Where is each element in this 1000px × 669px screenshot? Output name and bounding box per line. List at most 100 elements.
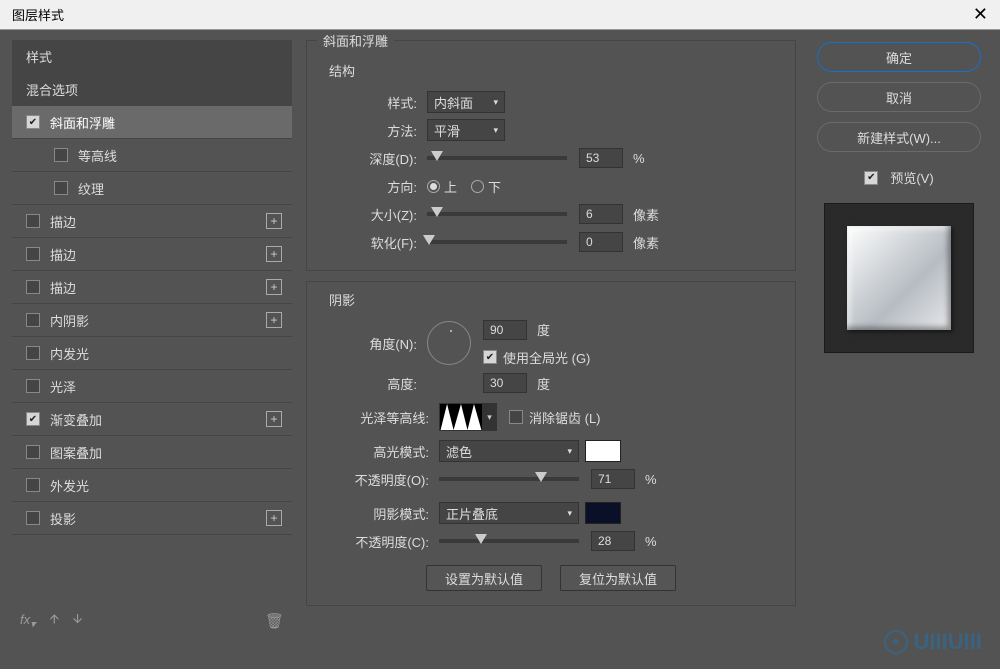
sidebar-item-stroke-1[interactable]: 描边 +: [12, 205, 292, 238]
slider-thumb-icon[interactable]: [475, 534, 487, 544]
sidebar-item-bevel-emboss[interactable]: 斜面和浮雕: [12, 106, 292, 139]
slider-thumb-icon[interactable]: [535, 472, 547, 482]
technique-select[interactable]: 平滑▾: [427, 119, 505, 141]
plus-icon[interactable]: +: [266, 213, 282, 229]
direction-up-radio[interactable]: [427, 180, 440, 193]
sidebar-item-label: 描边: [50, 278, 76, 297]
unit-label: 像素: [633, 205, 659, 224]
sidebar-header-label: 样式: [26, 47, 52, 66]
gloss-contour-label: 光泽等高线:: [321, 408, 439, 427]
size-input[interactable]: 6: [579, 204, 623, 224]
checkbox-icon[interactable]: [26, 247, 40, 261]
soften-input[interactable]: 0: [579, 232, 623, 252]
direction-down-radio[interactable]: [471, 180, 484, 193]
chevron-down-icon: ▾: [567, 508, 572, 519]
highlight-opacity-slider[interactable]: [439, 477, 579, 481]
checkbox-icon[interactable]: [26, 445, 40, 459]
highlight-color-swatch[interactable]: [585, 440, 621, 462]
slider-thumb-icon[interactable]: [431, 207, 443, 217]
sidebar-item-stroke-3[interactable]: 描边 +: [12, 271, 292, 304]
preview-checkbox[interactable]: [864, 171, 878, 185]
make-default-button[interactable]: 设置为默认值: [426, 565, 542, 591]
checkbox-icon[interactable]: [26, 346, 40, 360]
radio-label: 上: [444, 177, 457, 196]
checkbox-icon[interactable]: [26, 379, 40, 393]
checkbox-icon[interactable]: [54, 181, 68, 195]
highlight-opacity-label: 不透明度(O):: [321, 470, 439, 489]
sidebar-item-label: 等高线: [78, 146, 117, 165]
checkbox-icon[interactable]: [26, 313, 40, 327]
plus-icon[interactable]: +: [266, 246, 282, 262]
sidebar-item-inner-glow[interactable]: 内发光: [12, 337, 292, 370]
plus-icon[interactable]: +: [266, 279, 282, 295]
gloss-contour-picker[interactable]: [439, 403, 483, 431]
shadow-opacity-slider[interactable]: [439, 539, 579, 543]
cancel-button[interactable]: 取消: [817, 82, 981, 112]
sidebar-item-texture[interactable]: 纹理: [12, 172, 292, 205]
sidebar-item-inner-shadow[interactable]: 内阴影+: [12, 304, 292, 337]
sidebar-header-styles[interactable]: 样式: [12, 40, 292, 73]
trash-icon[interactable]: 🗑: [265, 612, 284, 630]
shadow-mode-select[interactable]: 正片叠底▾: [439, 502, 579, 524]
plus-icon[interactable]: +: [266, 312, 282, 328]
sidebar-item-satin[interactable]: 光泽: [12, 370, 292, 403]
soften-label: 软化(F):: [321, 233, 427, 252]
depth-slider[interactable]: [427, 156, 567, 160]
highlight-mode-select[interactable]: 滤色▾: [439, 440, 579, 462]
sidebar-item-drop-shadow[interactable]: 投影 +: [12, 502, 292, 535]
checkbox-icon[interactable]: [26, 412, 40, 426]
styles-sidebar: 样式 混合选项 斜面和浮雕 等高线 纹理 描边 + 描边 + 描边 + 内阴影+ 内发…: [12, 40, 292, 635]
dialog-title: 图层样式: [12, 5, 973, 24]
highlight-mode-label: 高光模式:: [321, 442, 439, 461]
altitude-input[interactable]: 30: [483, 373, 527, 393]
chevron-down-icon: ▾: [567, 446, 572, 457]
preview-thumbnail: [824, 203, 974, 353]
reset-default-button[interactable]: 复位为默认值: [560, 565, 676, 591]
bevel-emboss-settings: 斜面和浮雕 结构 样式: 内斜面▾ 方法: 平滑▾ 深度(D): 53 %: [306, 40, 796, 635]
checkbox-icon[interactable]: [54, 148, 68, 162]
depth-label: 深度(D):: [321, 149, 427, 168]
checkbox-icon[interactable]: [26, 115, 40, 129]
style-select[interactable]: 内斜面▾: [427, 91, 505, 113]
ok-button[interactable]: 确定: [817, 42, 981, 72]
slider-thumb-icon[interactable]: [431, 151, 443, 161]
sidebar-item-pattern-overlay[interactable]: 图案叠加: [12, 436, 292, 469]
sidebar-item-label: 光泽: [50, 377, 76, 396]
checkbox-label: 消除锯齿 (L): [529, 408, 601, 427]
global-light-checkbox[interactable]: [483, 350, 497, 364]
shadow-mode-label: 阴影模式:: [321, 504, 439, 523]
slider-thumb-icon[interactable]: [423, 235, 435, 245]
sidebar-item-stroke-2[interactable]: 描边 +: [12, 238, 292, 271]
soften-slider[interactable]: [427, 240, 567, 244]
depth-input[interactable]: 53: [579, 148, 623, 168]
move-up-icon[interactable]: 🡩: [50, 610, 59, 632]
checkbox-icon[interactable]: [26, 478, 40, 492]
close-icon[interactable]: ✕: [973, 4, 988, 25]
sidebar-item-label: 投影: [50, 509, 76, 528]
move-down-icon[interactable]: 🡫: [73, 610, 82, 632]
sidebar-item-gradient-overlay[interactable]: 渐变叠加+: [12, 403, 292, 436]
chevron-down-icon[interactable]: ▾: [483, 403, 497, 431]
plus-icon[interactable]: +: [266, 411, 282, 427]
antialias-checkbox[interactable]: [509, 410, 523, 424]
new-style-button[interactable]: 新建样式(W)...: [817, 122, 981, 152]
size-slider[interactable]: [427, 212, 567, 216]
checkbox-icon[interactable]: [26, 214, 40, 228]
sidebar-item-outer-glow[interactable]: 外发光: [12, 469, 292, 502]
angle-input[interactable]: 90: [483, 320, 527, 340]
sidebar-item-label: 内发光: [50, 344, 89, 363]
fx-menu-icon[interactable]: fx▾: [20, 612, 36, 631]
sidebar-item-label: 描边: [50, 245, 76, 264]
checkbox-icon[interactable]: [26, 280, 40, 294]
shadow-opacity-input[interactable]: 28: [591, 531, 635, 551]
sidebar-blending-options[interactable]: 混合选项: [12, 73, 292, 106]
checkbox-icon[interactable]: [26, 511, 40, 525]
highlight-opacity-input[interactable]: 71: [591, 469, 635, 489]
sidebar-item-contour[interactable]: 等高线: [12, 139, 292, 172]
unit-label: %: [645, 534, 657, 549]
angle-dial[interactable]: [427, 321, 471, 365]
shadow-color-swatch[interactable]: [585, 502, 621, 524]
select-value: 内斜面: [434, 93, 473, 112]
sidebar-item-label: 描边: [50, 212, 76, 231]
plus-icon[interactable]: +: [266, 510, 282, 526]
